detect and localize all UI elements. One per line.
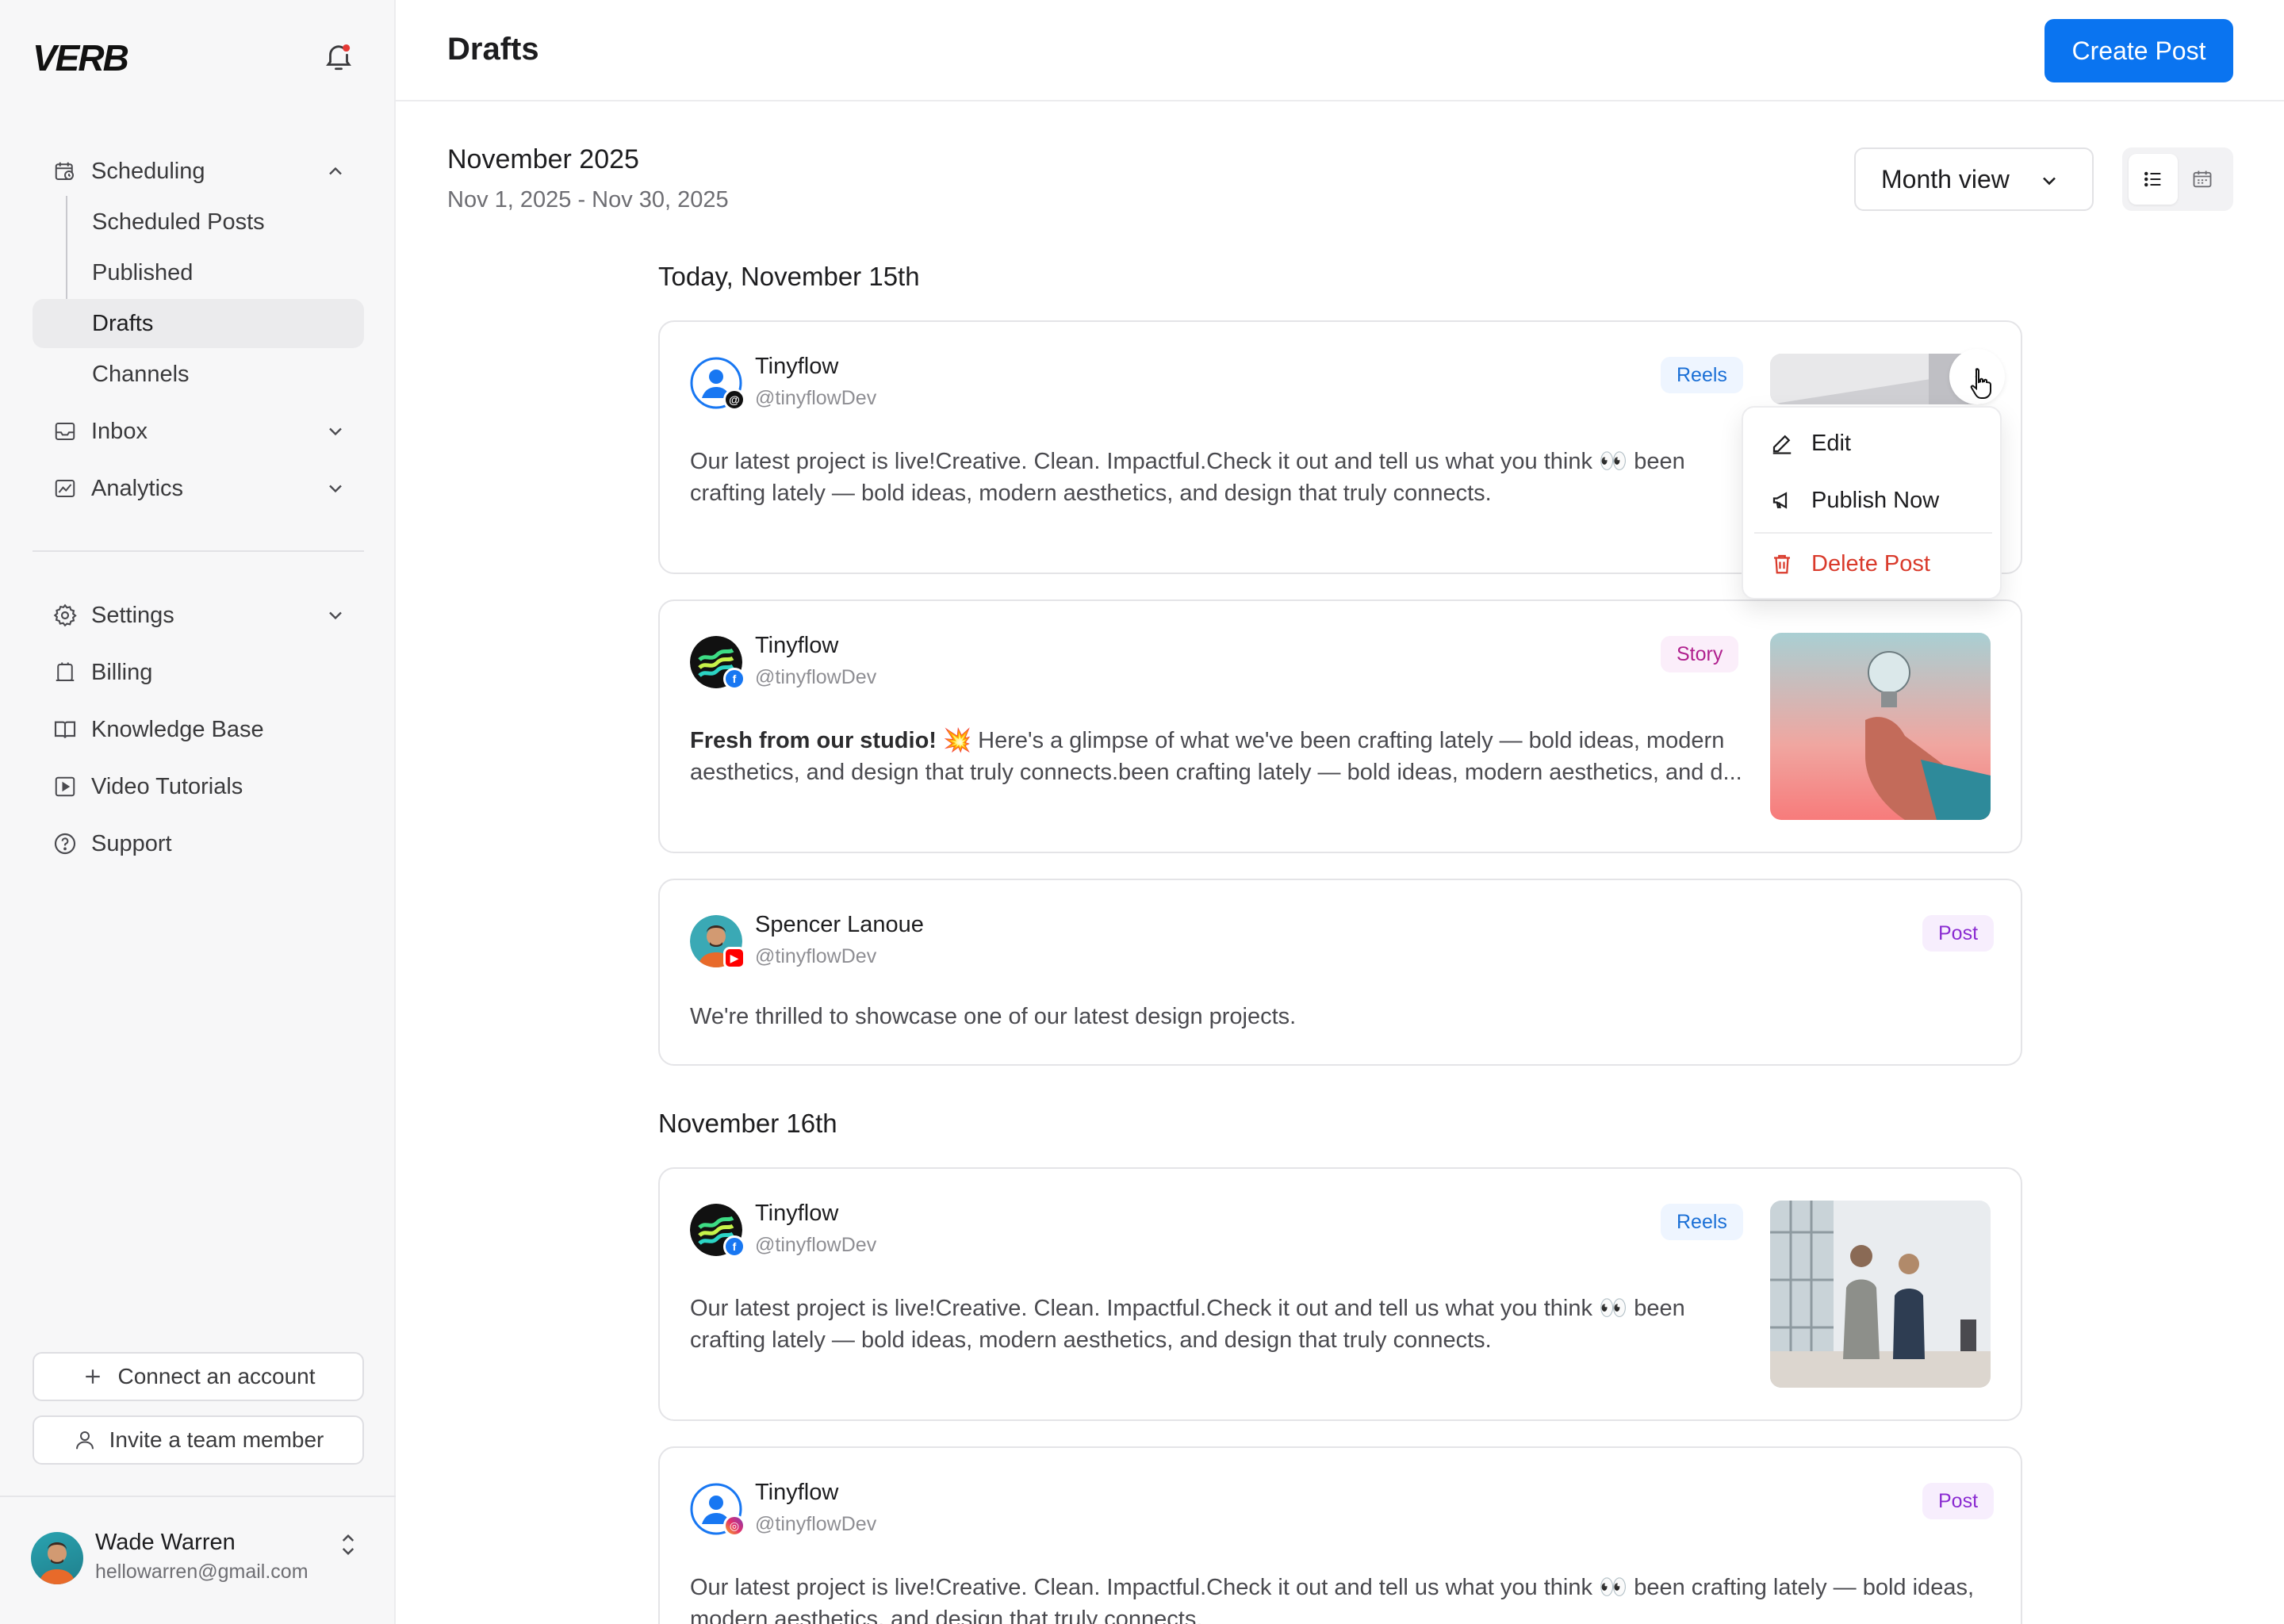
- post-type-badge: Reels: [1661, 1204, 1743, 1240]
- period-title: November 2025: [447, 144, 639, 174]
- sidebar-item-drafts[interactable]: Drafts: [33, 299, 364, 348]
- account-name: Tinyflow: [755, 354, 839, 379]
- user-icon: [75, 1431, 94, 1450]
- account-name: Tinyflow: [755, 633, 839, 658]
- post-card[interactable]: ▶ Spencer Lanoue @tinyflowDev Post We're…: [658, 879, 2022, 1066]
- sidebar: VERB Scheduling Scheduled Posts Publishe…: [0, 0, 396, 1624]
- menu-item-delete-post[interactable]: Delete Post: [1743, 536, 2003, 592]
- account-name: Tinyflow: [755, 1201, 839, 1226]
- account-handle: @tinyflowDev: [755, 666, 877, 688]
- threads-icon: @: [723, 389, 745, 411]
- user-name: Wade Warren: [95, 1530, 236, 1555]
- post-text-lead: Fresh from our studio! 💥: [690, 728, 972, 753]
- app-logo[interactable]: VERB: [33, 36, 129, 79]
- instagram-icon: ◎: [723, 1515, 745, 1537]
- day-heading: Today, November 15th: [658, 262, 920, 291]
- sidebar-item-scheduling[interactable]: Scheduling: [33, 147, 364, 196]
- account-handle: @tinyflowDev: [755, 1513, 877, 1535]
- analytics-icon: [55, 480, 75, 497]
- book-icon: [54, 721, 76, 738]
- post-type-badge: Story: [1661, 636, 1739, 672]
- post-text: Our latest project is live!Creative. Cle…: [690, 449, 1685, 506]
- pencil-icon: [1772, 435, 1792, 454]
- sidebar-item-inbox[interactable]: Inbox: [33, 407, 364, 456]
- post-type-badge: Post: [1922, 915, 1995, 952]
- post-text: Our latest project is live!Creative. Cle…: [690, 1575, 1975, 1624]
- post-card[interactable]: f Tinyflow @tinyflowDev Reels Our latest…: [658, 1167, 2022, 1421]
- user-email: hellowarren@gmail.com: [95, 1561, 308, 1583]
- calendar-view-button[interactable]: [2178, 154, 2227, 205]
- menu-separator: [1754, 532, 1992, 534]
- post-thumbnail: [1770, 1201, 1991, 1388]
- sidebar-item-channels[interactable]: Channels: [33, 350, 364, 399]
- menu-item-publish-now[interactable]: Publish Now: [1743, 473, 2003, 528]
- post-text: Our latest project is live!Creative. Cle…: [690, 1296, 1685, 1353]
- chevron-down-icon: [2043, 177, 2056, 186]
- billing-icon: [56, 662, 75, 681]
- sidebar-item-published[interactable]: Published: [33, 248, 364, 297]
- help-circle-icon: [54, 833, 76, 855]
- sidebar-item-knowledge-base[interactable]: Knowledge Base: [33, 705, 364, 754]
- facebook-icon: f: [723, 1235, 745, 1258]
- calendar-icon: [2193, 170, 2212, 188]
- user-separator: [0, 1496, 396, 1497]
- plus-icon: [86, 1369, 101, 1384]
- chevron-down-icon: [329, 485, 342, 493]
- account-name: Tinyflow: [755, 1480, 839, 1505]
- inbox-icon: [55, 423, 75, 440]
- youtube-icon: ▶: [723, 947, 745, 969]
- sidebar-item-label: Scheduling: [91, 158, 205, 184]
- sidebar-item-settings[interactable]: Settings: [33, 591, 364, 640]
- post-type-badge: Reels: [1661, 357, 1743, 393]
- video-play-icon: [55, 776, 75, 797]
- post-card[interactable]: ◎ Tinyflow @tinyflowDev Post Our latest …: [658, 1446, 2022, 1624]
- calendar-clock-icon: [55, 162, 74, 180]
- list-icon: [2144, 171, 2161, 187]
- account-handle: @tinyflowDev: [755, 1234, 877, 1256]
- sidebar-item-scheduled-posts[interactable]: Scheduled Posts: [33, 197, 364, 247]
- post-type-badge: Post: [1922, 1483, 1995, 1519]
- account-handle: @tinyflowDev: [755, 945, 877, 967]
- list-view-button[interactable]: [2129, 154, 2178, 205]
- notification-bell-icon[interactable]: [322, 40, 355, 73]
- connect-account-button[interactable]: Connect an account: [33, 1352, 364, 1401]
- account-name: Spencer Lanoue: [755, 912, 924, 937]
- view-toggle: [2122, 147, 2233, 211]
- chevron-down-icon: [329, 611, 342, 620]
- post-thumbnail: [1770, 633, 1991, 820]
- create-post-button[interactable]: Create Post: [2044, 19, 2233, 82]
- chevron-up-down-icon[interactable]: [336, 1530, 360, 1559]
- post-text: We're thrilled to showcase one of our la…: [690, 1004, 1297, 1029]
- day-heading: November 16th: [658, 1109, 837, 1138]
- account-handle: @tinyflowDev: [755, 387, 877, 409]
- period-range: Nov 1, 2025 - Nov 30, 2025: [447, 187, 729, 213]
- sidebar-item-analytics[interactable]: Analytics: [33, 464, 364, 513]
- view-select[interactable]: Month view: [1854, 147, 2094, 211]
- sidebar-item-video-tutorials[interactable]: Video Tutorials: [33, 762, 364, 811]
- trash-icon: [1774, 554, 1790, 574]
- page-title: Drafts: [447, 32, 539, 67]
- sidebar-item-support[interactable]: Support: [33, 819, 364, 868]
- menu-item-edit[interactable]: Edit: [1743, 416, 2003, 471]
- invite-member-button[interactable]: Invite a team member: [33, 1415, 364, 1465]
- sidebar-divider: [33, 550, 364, 552]
- user-avatar[interactable]: [31, 1532, 83, 1584]
- post-text: Fresh from our studio! 💥 Here's a glimps…: [690, 725, 1745, 788]
- facebook-icon: f: [723, 668, 745, 690]
- gear-icon: [53, 603, 77, 627]
- pointer-cursor-icon: [1970, 368, 1991, 399]
- post-card[interactable]: f Tinyflow @tinyflowDev Story Fresh from…: [658, 599, 2022, 853]
- sidebar-item-billing[interactable]: Billing: [33, 648, 364, 697]
- chevron-up-icon: [329, 167, 342, 175]
- top-bar: [396, 0, 2284, 102]
- megaphone-icon: [1772, 492, 1788, 509]
- post-context-menu: Edit Publish Now Delete Post: [1742, 406, 2002, 599]
- chevron-down-icon: [329, 427, 342, 436]
